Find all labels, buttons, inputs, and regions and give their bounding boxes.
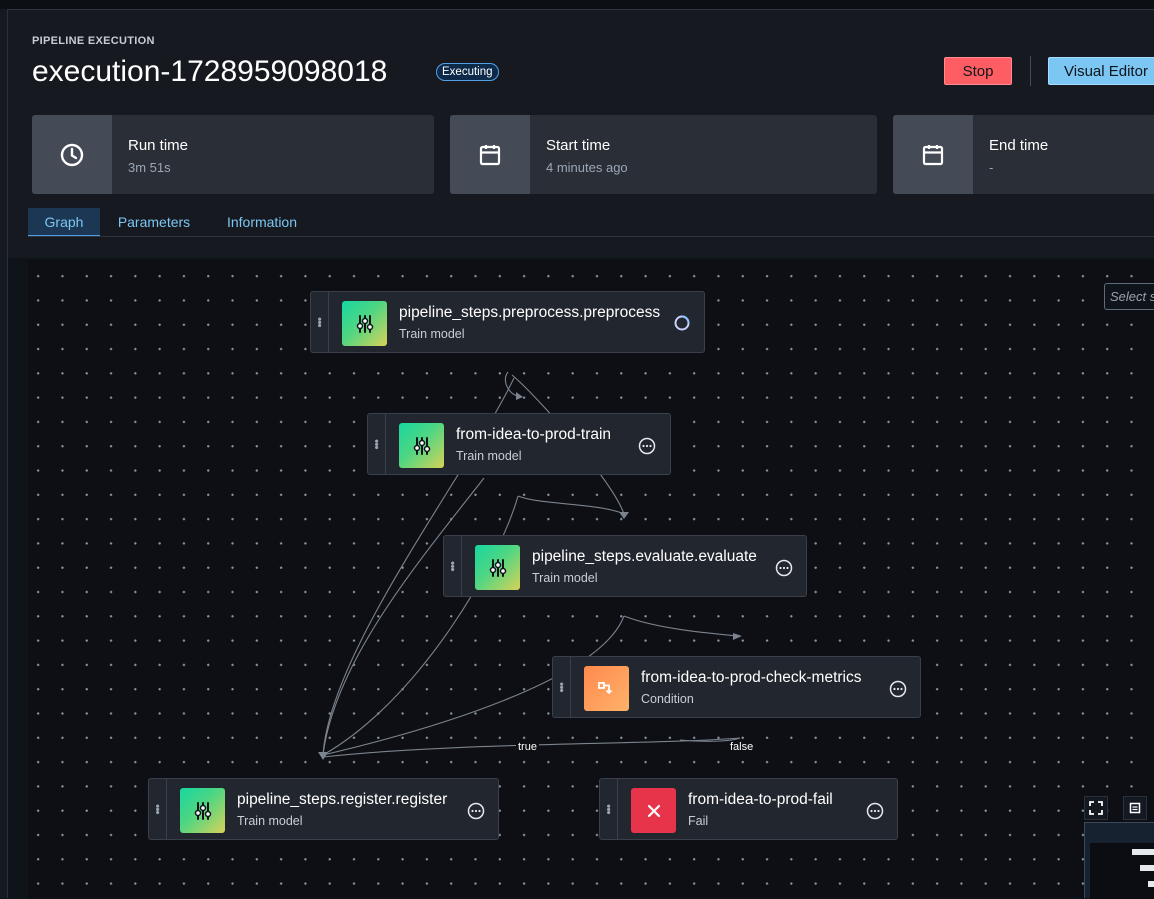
pipeline-node-train[interactable]: ••• from-idea-to-prod-train Train model [367,413,671,475]
end-time-label: End time [989,137,1049,154]
minimap-node [1132,849,1154,855]
visual-editor-button[interactable]: Visual Editor [1048,57,1154,85]
run-time-value: 3m 51s [128,160,171,175]
run-time-card: Run time 3m 51s [32,115,434,194]
pipeline-node-register[interactable]: ••• pipeline_steps.register.register Tra… [148,778,499,840]
status-badge: Executing [436,63,499,81]
minimap-node [1140,865,1154,871]
condition-icon [584,666,629,711]
fail-x-icon [631,788,676,833]
pending-status-icon [889,680,907,698]
calendar-icon [450,115,530,194]
in-progress-status-icon [674,315,690,331]
node-title: pipeline_steps.preprocess.preprocess [399,304,661,321]
node-title: from-idea-to-prod-check-metrics [641,669,862,686]
graph-minimap[interactable] [1084,822,1154,899]
run-time-label: Run time [128,137,189,154]
node-type: Train model [237,814,303,828]
button-divider [1030,56,1031,86]
drag-handle-icon[interactable]: ••• [311,292,329,352]
pipeline-node-evaluate[interactable]: ••• pipeline_steps.evaluate.evaluate Tra… [443,535,807,597]
pending-status-icon [467,802,485,820]
train-model-icon [180,788,225,833]
calendar-icon [893,115,973,194]
pipeline-node-fail[interactable]: ••• from-idea-to-prod-fail Fail [599,778,898,840]
tab-graph[interactable]: Graph [28,208,100,237]
node-type: Train model [399,327,465,341]
stop-button[interactable]: Stop [944,57,1012,85]
minimap-toggle-icon[interactable] [1123,796,1147,820]
drag-handle-icon[interactable]: ••• [149,779,167,839]
pending-status-icon [866,802,884,820]
pipeline-node-check-metrics[interactable]: ••• from-idea-to-prod-check-metrics Cond… [552,656,921,718]
pending-status-icon [775,559,793,577]
node-title: from-idea-to-prod-train [456,426,612,443]
tab-parameters[interactable]: Parameters [104,208,204,235]
drag-handle-icon[interactable]: ••• [368,414,386,474]
node-title: pipeline_steps.register.register [237,791,448,808]
tabs-underline [28,236,1154,237]
drag-handle-icon[interactable]: ••• [600,779,618,839]
fit-view-icon[interactable] [1084,796,1108,820]
node-type: Condition [641,692,694,706]
train-model-icon [475,545,520,590]
tab-information[interactable]: Information [210,208,314,235]
start-time-card: Start time 4 minutes ago [450,115,877,194]
end-time-value: - [989,160,994,175]
top-bar [0,0,1154,10]
train-model-icon [342,301,387,346]
left-rail [0,9,8,898]
edge-label-true: true [516,741,539,753]
minimap-viewport [1090,843,1154,899]
node-title: pipeline_steps.evaluate.evaluate [532,548,757,565]
drag-handle-icon[interactable]: ••• [553,657,571,717]
edge-label-false: false [728,741,756,753]
page-eyebrow: PIPELINE EXECUTION [32,35,155,47]
node-title: from-idea-to-prod-fail [688,791,833,808]
end-time-card: End time - [893,115,1154,194]
node-type: Fail [688,814,709,828]
drag-handle-icon[interactable]: ••• [444,536,462,596]
train-model-icon [399,423,444,468]
select-step-dropdown[interactable]: Select s [1104,283,1154,310]
pending-status-icon [638,437,656,455]
page-title: execution-1728959098018 [32,55,388,88]
node-type: Train model [532,571,598,585]
minimap-node [1148,881,1154,887]
start-time-value: 4 minutes ago [546,160,628,175]
start-time-label: Start time [546,137,611,154]
node-type: Train model [456,449,522,463]
clock-icon [32,115,112,194]
pipeline-node-preprocess[interactable]: ••• pipeline_steps.preprocess.preprocess… [310,291,705,353]
